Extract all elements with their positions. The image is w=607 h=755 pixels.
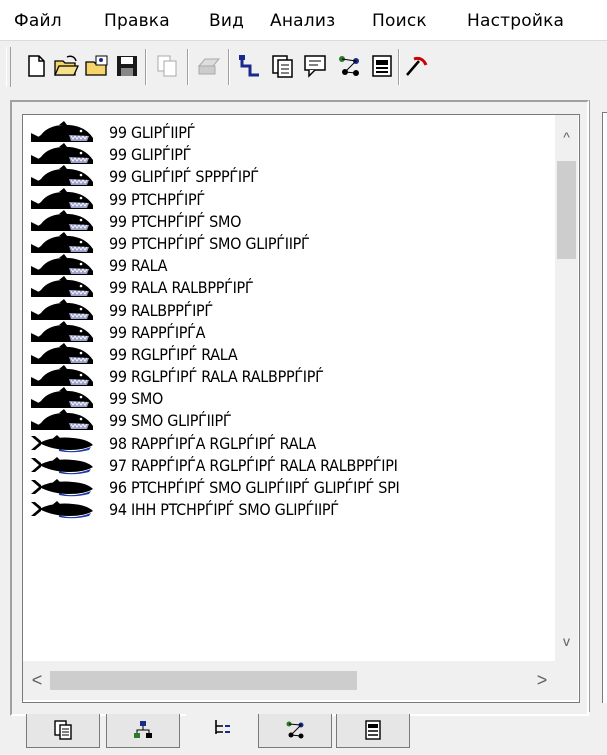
- list-item-label: 99 RGLPЃIPЃ RALA RALBPPЃIPЃ: [109, 367, 324, 387]
- scroll-down-button[interactable]: v: [555, 629, 578, 653]
- vertical-scrollbar[interactable]: ^ v: [555, 115, 578, 661]
- list-item-label: 99 GLIPЃIIPЃ: [109, 123, 196, 142]
- results-rows: 99 GLIPЃIIPЃ 99 GLIPЃIPЃ 99 GLIPЃIPЃ SPPPЃ…: [23, 121, 553, 653]
- shark-icon: [29, 342, 95, 365]
- shark-icon: [29, 209, 95, 232]
- menu-view[interactable]: Вид: [209, 11, 244, 31]
- fish-icon: [29, 432, 95, 454]
- list-item[interactable]: 99 RALA: [23, 254, 553, 276]
- right-pane: [589, 100, 607, 712]
- list-item[interactable]: 99 PTCHPЃIPЃ SMO: [23, 209, 553, 232]
- scroll-corner: [555, 661, 578, 700]
- pages-tab-icon[interactable]: [26, 714, 100, 748]
- fish-icon: [29, 454, 95, 476]
- toolbar-separator: [228, 49, 230, 85]
- list-item-label: 99 SMO: [109, 389, 163, 409]
- copy-icon[interactable]: [154, 53, 180, 79]
- window-list-icon[interactable]: [270, 53, 296, 79]
- list-item[interactable]: 99 RAPPЃIPЃA: [23, 320, 553, 343]
- list-item[interactable]: 99 SMO GLIPЃIIPЃ: [23, 409, 553, 431]
- network-tab-icon[interactable]: [258, 714, 332, 748]
- list-item[interactable]: 94 IHH PTCHPЃIPЃ SMO GLIPЃIIPЃ: [23, 498, 553, 520]
- shark-icon: [29, 387, 95, 409]
- hierarchy-tab-icon[interactable]: [106, 714, 180, 748]
- new-document-icon[interactable]: [23, 53, 49, 79]
- shark-icon: [29, 187, 95, 210]
- list-item[interactable]: 99 SMO: [23, 387, 553, 409]
- toolbar: [0, 41, 607, 95]
- menu-settings[interactable]: Настройка: [467, 11, 564, 31]
- scroll-up-button[interactable]: ^: [555, 125, 578, 149]
- list-item-label: 99 SMO GLIPЃIIPЃ: [109, 411, 232, 431]
- list-item[interactable]: 96 PTCHPЃIPЃ SMO GLIPЃIIPЃ GLIPЃIPЃ SPI: [23, 476, 553, 498]
- horizontal-scrollbar[interactable]: < >: [23, 661, 555, 700]
- list-item-label: 99 GLIPЃIPЃ: [109, 145, 192, 165]
- menu-analysis[interactable]: Анализ: [270, 11, 335, 31]
- list-item-label: 94 IHH PTCHPЃIPЃ SMO GLIPЃIIPЃ: [109, 500, 339, 520]
- right-pane-view[interactable]: [602, 112, 607, 703]
- list-item[interactable]: 99 GLIPЃIPЃ: [23, 143, 553, 165]
- list-item[interactable]: 99 RGLPЃIPЃ RALA RALBPPЃIPЃ: [23, 365, 553, 387]
- shark-icon: [29, 143, 95, 165]
- list-item-label: 99 PTCHPЃIPЃ SMO: [109, 211, 242, 231]
- toolbar-grip[interactable]: [6, 47, 11, 87]
- shark-icon: [29, 365, 95, 387]
- list-item-label: 99 RGLPЃIPЃ RALA: [109, 344, 238, 364]
- tree-link-icon[interactable]: [237, 53, 263, 79]
- list-item-label: 97 RAPPЃIPЃA RGLPЃIPЃ RALA RALBPPЃIPI: [109, 455, 398, 475]
- shark-icon: [29, 276, 95, 298]
- list-item-label: 99 RAPPЃIPЃA: [109, 322, 206, 342]
- shark-icon: [29, 320, 95, 343]
- report-icon[interactable]: [369, 53, 395, 79]
- toolbar-separator: [398, 49, 400, 85]
- chat-icon[interactable]: [302, 53, 328, 79]
- shark-icon: [29, 231, 95, 254]
- horizontal-scroll-thumb[interactable]: [50, 671, 357, 690]
- list-item[interactable]: 99 PTCHPЃIPЃ SMO GLIPЃIIPЃ: [23, 231, 553, 254]
- list-item-label: 99 RALBPPЃIPЃ: [109, 300, 213, 320]
- fish-icon: [29, 476, 95, 498]
- pick-icon[interactable]: [404, 53, 430, 79]
- menu-edit[interactable]: Правка: [104, 11, 170, 31]
- menu-search[interactable]: Поиск: [372, 11, 427, 31]
- list-item-label: 99 GLIPЃIPЃ SPPPЃIPЃ: [109, 167, 259, 187]
- list-item[interactable]: 99 RALBPPЃIPЃ: [23, 298, 553, 321]
- toolbar-separator: [187, 49, 189, 85]
- menu-file[interactable]: Файл: [14, 11, 62, 31]
- list-item[interactable]: 99 GLIPЃIPЃ SPPPЃIPЃ: [23, 165, 553, 187]
- results-list[interactable]: 99 GLIPЃIIPЃ 99 GLIPЃIPЃ 99 GLIPЃIPЃ SPPPЃ…: [22, 114, 580, 703]
- shark-icon: [29, 165, 95, 187]
- list-item-label: 98 RAPPЃIPЃA RGLPЃIPЃ RALA: [109, 433, 316, 453]
- scroll-right-button[interactable]: >: [530, 669, 554, 691]
- list-item[interactable]: 99 RGLPЃIPЃ RALA: [23, 342, 553, 365]
- list-item[interactable]: 99 PTCHPЃIPЃ: [23, 187, 553, 210]
- list-item[interactable]: 99 GLIPЃIIPЃ: [23, 121, 553, 143]
- open-project-icon[interactable]: [84, 53, 110, 79]
- view-tabs: [0, 712, 607, 755]
- list-item[interactable]: 99 RALA RALBPPЃIPЃ: [23, 276, 553, 298]
- scroll-left-button[interactable]: <: [25, 669, 49, 691]
- open-folder-icon[interactable]: [53, 53, 79, 79]
- save-icon[interactable]: [114, 53, 140, 79]
- list-item[interactable]: 97 RAPPЃIPЃA RGLPЃIPЃ RALA RALBPPЃIPI: [23, 454, 553, 476]
- report-tab-icon[interactable]: [336, 714, 410, 748]
- vertical-scroll-thumb[interactable]: [557, 161, 576, 259]
- shark-icon: [29, 298, 95, 321]
- toolbar-separator: [145, 49, 147, 85]
- fish-icon: [29, 498, 95, 520]
- shark-icon: [29, 121, 95, 143]
- print-icon[interactable]: [196, 53, 222, 79]
- shark-icon: [29, 409, 95, 431]
- list-item-label: 99 RALA: [109, 256, 168, 276]
- list-item-label: 99 PTCHPЃIPЃ SMO GLIPЃIIPЃ: [109, 233, 310, 253]
- list-item-label: 99 PTCHPЃIPЃ: [109, 189, 205, 209]
- list-item-label: 96 PTCHPЃIPЃ SMO GLIPЃIIPЃ GLIPЃIPЃ SPI: [109, 478, 400, 497]
- list-item-label: 99 RALA RALBPPЃIPЃ: [109, 278, 254, 298]
- shark-icon: [29, 254, 95, 276]
- tree-tab-icon[interactable]: [186, 712, 258, 748]
- menu-bar: Файл Правка Вид Анализ Поиск Настройка: [0, 0, 607, 41]
- network-icon[interactable]: [336, 53, 362, 79]
- list-item[interactable]: 98 RAPPЃIPЃA RGLPЃIPЃ RALA: [23, 432, 553, 454]
